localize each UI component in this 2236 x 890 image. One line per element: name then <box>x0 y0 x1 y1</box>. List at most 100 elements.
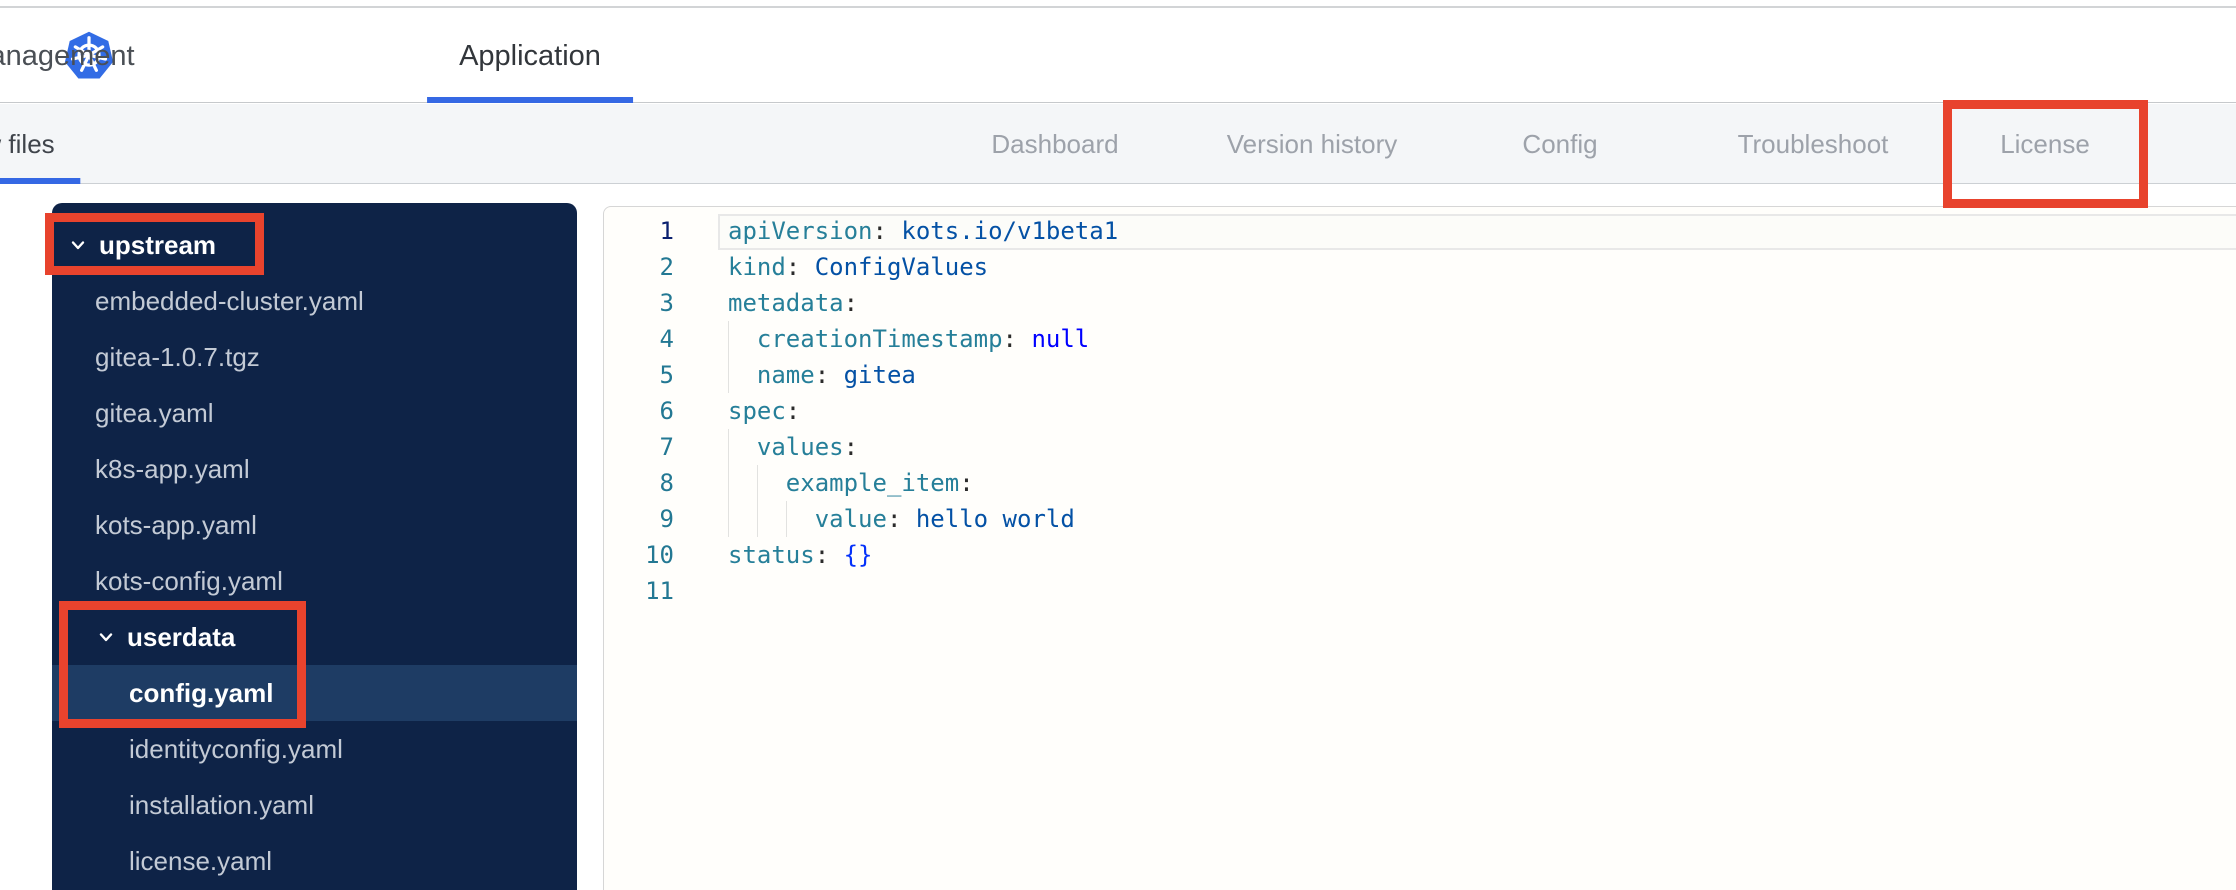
indent-guide <box>785 501 787 537</box>
tree-row-label: gitea.yaml <box>95 398 214 428</box>
kots-admin-console: Application Cluster Management Dashboard V… <box>0 0 2236 890</box>
top-strip <box>0 0 2236 8</box>
code-text: apiVersion: kots.io/v1beta1 <box>728 213 1118 249</box>
tree-row-userdata[interactable]: userdata <box>52 609 577 665</box>
token-key: creationTimestamp <box>756 325 1003 353</box>
token-br: {} <box>843 541 873 569</box>
tree-row-label: upstream <box>99 230 217 260</box>
token-punc: : <box>814 361 844 389</box>
indent-guide <box>728 357 729 393</box>
indent-guide <box>728 429 729 465</box>
token-punc: : <box>785 253 815 281</box>
app-subnav: Dashboard Version history Config Troublesho… <box>0 104 2236 184</box>
line-number: 1 <box>659 217 674 245</box>
tree-row-label: identityconfig.yaml <box>129 734 343 764</box>
line-number: 4 <box>659 325 674 353</box>
code-text: spec: <box>728 393 800 429</box>
tree-row-gitea-1-0-7-tgz[interactable]: gitea-1.0.7.tgz <box>52 329 577 385</box>
tree-row-label: k8s-app.yaml <box>95 454 250 484</box>
line-number: 6 <box>659 397 674 425</box>
token-punc: : <box>1002 325 1032 353</box>
code-text: name: gitea <box>728 357 916 393</box>
token-punc: : <box>814 541 844 569</box>
code-text: metadata: <box>728 285 858 321</box>
token-key: apiVersion <box>728 217 873 245</box>
tree-row-installation-yaml[interactable]: installation.yaml <box>52 777 577 833</box>
tree-row-label: config.yaml <box>129 678 274 708</box>
indent-guide <box>728 501 729 537</box>
tree-row-identityconfig-yaml[interactable]: identityconfig.yaml <box>52 721 577 777</box>
line-number: 7 <box>659 433 674 461</box>
line-number: 9 <box>659 505 674 533</box>
indent-guide <box>728 321 729 357</box>
line-number: 11 <box>645 577 674 605</box>
app-header: Application Cluster Management <box>0 10 2236 103</box>
token-punc: : <box>959 469 974 497</box>
token-kw: null <box>1031 325 1090 353</box>
code-line-10: 10 status: {} <box>604 537 2236 573</box>
tree-row-kots-app-yaml[interactable]: kots-app.yaml <box>52 497 577 553</box>
token-key: metadata <box>728 289 844 317</box>
code-text: example_item: <box>728 465 974 501</box>
tree-row-license-yaml[interactable]: license.yaml <box>52 833 577 889</box>
token-punc: : <box>843 433 859 461</box>
tree-row-upstream[interactable]: upstream <box>52 217 577 273</box>
token-key: status <box>728 541 815 569</box>
chevron-down-icon <box>99 633 113 642</box>
code-line-11: 11 <box>604 573 2236 609</box>
code-line-3: 3 metadata: <box>604 285 2236 321</box>
code-text: kind: ConfigValues <box>728 249 988 285</box>
code-line-5: 5 name: gitea <box>604 357 2236 393</box>
subnav-tab-license[interactable]: License <box>2000 104 2090 184</box>
tab-application[interactable]: Application <box>459 10 601 103</box>
tree-row-k8s-app-yaml[interactable]: k8s-app.yaml <box>52 441 577 497</box>
token-key: name <box>756 361 815 389</box>
file-content-editor[interactable]: 1 apiVersion: kots.io/v1beta1 2 kind: Confi… <box>603 206 2236 890</box>
token-val: gitea <box>843 361 916 389</box>
chevron-down-icon <box>71 241 85 250</box>
file-tree-sidebar: upstream embedded-cluster.yaml gitea-1.0.7… <box>52 203 577 890</box>
tree-row-label: embedded-cluster.yaml <box>95 286 364 316</box>
code-line-6: 6 spec: <box>604 393 2236 429</box>
subnav-tab-config[interactable]: Config <box>1522 104 1597 184</box>
token-val: ConfigValues <box>814 253 989 281</box>
tree-row-label: kots-app.yaml <box>95 510 257 540</box>
code-text: status: {} <box>728 537 873 573</box>
code-text: creationTimestamp: null <box>728 321 1089 357</box>
tree-row-label: gitea-1.0.7.tgz <box>95 342 260 372</box>
code-lines: 1 apiVersion: kots.io/v1beta1 2 kind: Confi… <box>604 213 2236 609</box>
tree-row-label: userdata <box>127 622 236 652</box>
token-punc: : <box>843 289 859 317</box>
code-line-4: 4 creationTimestamp: null <box>604 321 2236 357</box>
subnav-tab-dashboard[interactable]: Dashboard <box>991 104 1118 184</box>
code-line-7: 7 values: <box>604 429 2236 465</box>
tree-row-label: license.yaml <box>129 846 273 876</box>
tree-row-config-yaml[interactable]: config.yaml <box>52 665 577 721</box>
indent-guide <box>728 465 729 501</box>
tree-row-label: installation.yaml <box>129 790 314 820</box>
code-line-2: 2 kind: ConfigValues <box>604 249 2236 285</box>
line-number: 2 <box>659 253 674 281</box>
line-number: 5 <box>659 361 674 389</box>
token-punc: : <box>872 217 902 245</box>
tree-row-embedded-cluster-yaml[interactable]: embedded-cluster.yaml <box>52 273 577 329</box>
tree-row-label: kots-config.yaml <box>95 566 283 596</box>
line-number: 3 <box>659 289 674 317</box>
indent-guide <box>756 501 758 537</box>
code-line-9: 9 value: hello world <box>604 501 2236 537</box>
token-key: example_item <box>785 469 960 497</box>
line-number: 8 <box>659 469 674 497</box>
code-text: values: <box>728 429 858 465</box>
tab-cluster-management[interactable]: Cluster Management <box>0 10 135 103</box>
token-val: kots.io/v1beta1 <box>901 217 1119 245</box>
tree-row-kots-config-yaml[interactable]: kots-config.yaml <box>52 553 577 609</box>
tree-row-gitea-yaml[interactable]: gitea.yaml <box>52 385 577 441</box>
code-line-8: 8 example_item: <box>604 465 2236 501</box>
token-key: spec <box>728 397 786 425</box>
subnav-tab-view-files[interactable]: View files <box>0 104 55 184</box>
line-number: 10 <box>645 541 674 569</box>
code-line-1: 1 apiVersion: kots.io/v1beta1 <box>604 213 2236 249</box>
subnav-tab-version-history[interactable]: Version history <box>1227 104 1398 184</box>
token-key: value <box>814 505 887 533</box>
subnav-tab-troubleshoot[interactable]: Troubleshoot <box>1738 104 1889 184</box>
